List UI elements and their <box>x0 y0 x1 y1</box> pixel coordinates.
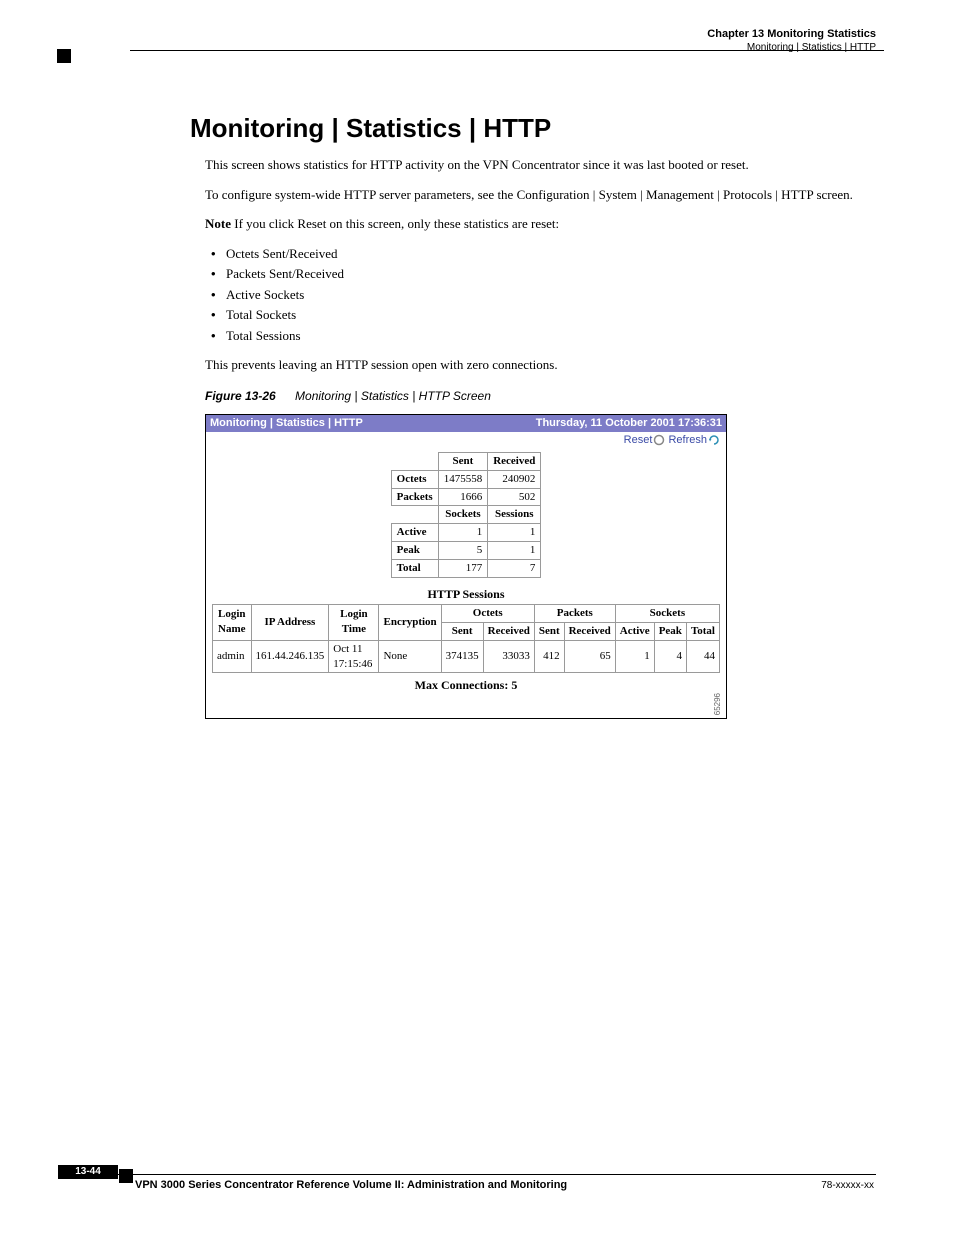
figure-number: Figure 13-26 <box>205 389 276 403</box>
cell-psent: 412 <box>534 640 564 673</box>
footer-rule <box>70 1174 876 1175</box>
col-sent: Sent <box>438 452 488 470</box>
reset-link[interactable]: Reset <box>624 434 666 446</box>
footer-square <box>119 1169 133 1183</box>
packets-received: 502 <box>488 488 541 506</box>
peak-sockets: 5 <box>438 542 488 560</box>
page-title: Monitoring | Statistics | HTTP <box>190 111 884 146</box>
intro-para-1: This screen shows statistics for HTTP ac… <box>205 156 884 174</box>
timestamp: Thursday, 11 October 2001 17:36:31 <box>536 416 722 431</box>
col-packets-sent: Sent <box>534 622 564 640</box>
section-label: Monitoring | Statistics | HTTP <box>707 41 876 54</box>
cell-ip: 161.44.246.135 <box>251 640 329 673</box>
row-octets: Octets <box>391 470 438 488</box>
active-sockets: 1 <box>438 524 488 542</box>
bullet-item: Octets Sent/Received <box>211 245 884 263</box>
bullet-item: Active Sockets <box>211 286 884 304</box>
note-label: Note <box>205 216 231 231</box>
figure-caption: Figure 13-26 Monitoring | Statistics | H… <box>205 388 884 404</box>
reset-label: Reset <box>624 434 653 446</box>
toolbar: Reset Refresh <box>206 432 726 448</box>
col-sock-total: Total <box>686 622 719 640</box>
col-sock-active: Active <box>615 622 654 640</box>
cell-enc: None <box>379 640 441 673</box>
sessions-title: HTTP Sessions <box>206 586 726 602</box>
image-source-number: 65296 <box>713 693 724 715</box>
row-total: Total <box>391 559 438 577</box>
cell-orecv: 33033 <box>483 640 534 673</box>
col-time: Login Time <box>329 604 379 640</box>
max-connections: Max Connections: 5 <box>212 673 720 711</box>
bullet-item: Total Sessions <box>211 327 884 345</box>
corner-square <box>57 49 71 63</box>
summary-grid: Sent Received Octets 1475558 240902 Pack… <box>391 452 542 578</box>
total-sockets: 177 <box>438 559 488 577</box>
note-bullets: Octets Sent/Received Packets Sent/Receiv… <box>205 245 884 345</box>
summary-tables: Sent Received Octets 1475558 240902 Pack… <box>206 452 726 578</box>
table-row: admin 161.44.246.135 Oct 11 17:15:46 Non… <box>213 640 720 673</box>
sessions-wrap: Login Name IP Address Login Time Encrypt… <box>206 604 726 718</box>
sessions-table: Login Name IP Address Login Time Encrypt… <box>212 604 720 673</box>
octets-sent: 1475558 <box>438 470 488 488</box>
cell-login: admin <box>213 640 252 673</box>
cell-precv: 65 <box>564 640 615 673</box>
col-login: Login Name <box>213 604 252 640</box>
body-content: Monitoring | Statistics | HTTP This scre… <box>205 111 884 719</box>
row-active: Active <box>391 524 438 542</box>
page-number: 13-44 <box>58 1165 118 1179</box>
breadcrumb: Monitoring | Statistics | HTTP <box>210 416 363 431</box>
octets-received: 240902 <box>488 470 541 488</box>
col-sessions: Sessions <box>488 506 541 524</box>
col-octets-recv: Received <box>483 622 534 640</box>
col-octets-sent: Sent <box>441 622 483 640</box>
bullet-item: Total Sockets <box>211 306 884 324</box>
peak-sessions: 1 <box>488 542 541 560</box>
col-sock-peak: Peak <box>654 622 686 640</box>
col-received: Received <box>488 452 541 470</box>
footer-book-title: VPN 3000 Series Concentrator Reference V… <box>135 1179 567 1191</box>
group-octets: Octets <box>441 604 534 622</box>
row-peak: Peak <box>391 542 438 560</box>
chapter-label: Chapter 13 Monitoring Statistics <box>707 27 876 41</box>
cell-stotal: 44 <box>686 640 719 673</box>
figure-title: Monitoring | Statistics | HTTP Screen <box>295 389 491 403</box>
bullet-item: Packets Sent/Received <box>211 265 884 283</box>
col-ip: IP Address <box>251 604 329 640</box>
screenshot-titlebar: Monitoring | Statistics | HTTP Thursday,… <box>206 415 726 432</box>
reset-icon <box>653 434 665 446</box>
total-sessions: 7 <box>488 559 541 577</box>
footer-doc-number: 78-xxxxx-xx <box>821 1180 874 1191</box>
row-packets: Packets <box>391 488 438 506</box>
refresh-icon <box>708 434 720 446</box>
note-text: If you click Reset on this screen, only … <box>234 216 559 231</box>
intro-para-2: To configure system-wide HTTP server par… <box>205 186 884 204</box>
cell-speak: 4 <box>654 640 686 673</box>
group-sockets: Sockets <box>615 604 719 622</box>
packets-sent: 1666 <box>438 488 488 506</box>
refresh-label: Refresh <box>668 434 707 446</box>
screenshot-panel: Monitoring | Statistics | HTTP Thursday,… <box>205 414 727 718</box>
refresh-link[interactable]: Refresh <box>668 434 720 446</box>
col-enc: Encryption <box>379 604 441 640</box>
intro-para-3: This prevents leaving an HTTP session op… <box>205 356 884 374</box>
cell-time: Oct 11 17:15:46 <box>329 640 379 673</box>
cell-sactive: 1 <box>615 640 654 673</box>
active-sessions: 1 <box>488 524 541 542</box>
running-header: Chapter 13 Monitoring Statistics Monitor… <box>707 27 876 54</box>
group-packets: Packets <box>534 604 615 622</box>
note-para: Note If you click Reset on this screen, … <box>205 215 884 233</box>
col-packets-recv: Received <box>564 622 615 640</box>
cell-osent: 374135 <box>441 640 483 673</box>
col-sockets: Sockets <box>438 506 488 524</box>
